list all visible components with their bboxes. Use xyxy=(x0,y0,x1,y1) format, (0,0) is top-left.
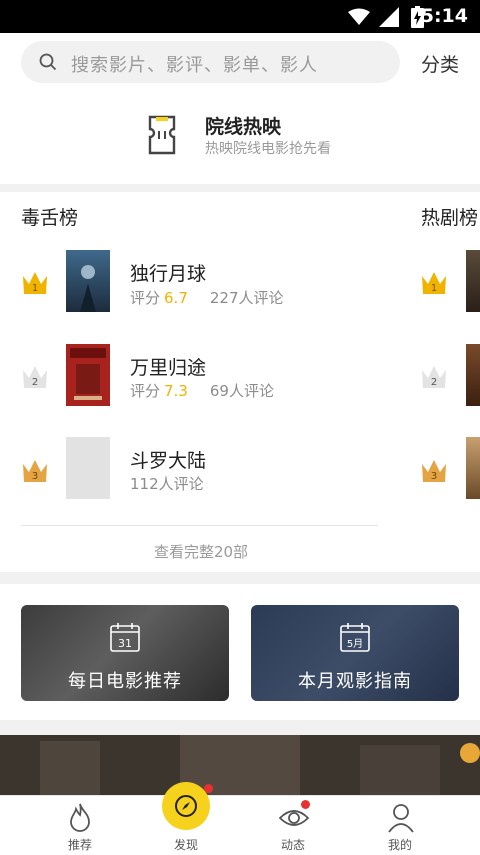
nav-label: 动态 xyxy=(280,838,305,852)
rank-number: 3 xyxy=(431,471,437,482)
movie-meta: 评分 6.7 227人评论 xyxy=(130,287,284,308)
cinema-now-playing[interactable]: 院线热映 热映院线电影抢先看 xyxy=(0,93,480,184)
gold-crown-icon: 1 xyxy=(23,272,47,294)
rank-number: 1 xyxy=(32,283,38,294)
rank-panel-drama[interactable]: 热剧榜 1 2 3 xyxy=(402,192,480,572)
score-value: 7.3 xyxy=(164,382,188,400)
rank-panel-toxic[interactable]: 毒舌榜 1 独行月球 评分 6.7 227人评论 2 万里归途 评分 7.3 69人评论… xyxy=(0,192,402,572)
silver-crown-icon: 2 xyxy=(23,366,47,388)
daily-recommend-card[interactable]: 31 每日电影推荐 xyxy=(21,605,229,701)
feature-cards: 31 每日电影推荐 5月 本月观影指南 xyxy=(0,584,480,720)
profile-icon xyxy=(388,804,414,833)
review-count: 69人评论 xyxy=(209,382,274,400)
drama-poster[interactable] xyxy=(466,250,480,312)
rank-number: 2 xyxy=(431,377,437,388)
rank-number: 2 xyxy=(32,377,38,388)
promo-banner[interactable] xyxy=(0,735,480,797)
flame-icon xyxy=(70,803,90,832)
movie-title[interactable]: 万里归途 xyxy=(130,353,206,380)
card-label: 本月观影指南 xyxy=(298,671,412,692)
movie-poster-placeholder[interactable] xyxy=(66,437,110,499)
movie-title[interactable]: 斗罗大陆 xyxy=(130,446,206,473)
search-row: 搜索影片、影评、影单、影人 分类 xyxy=(0,33,480,93)
calendar-icon: 5月 xyxy=(340,623,370,652)
search-icon xyxy=(39,53,57,71)
movie-poster[interactable] xyxy=(66,344,110,406)
divider xyxy=(21,525,378,526)
movie-meta: 评分 7.3 69人评论 xyxy=(130,380,274,401)
monthly-guide-card[interactable]: 5月 本月观影指南 xyxy=(251,605,459,701)
rank-panel-title: 热剧榜 xyxy=(421,207,479,229)
discover-button-bg xyxy=(162,782,210,830)
drama-poster[interactable] xyxy=(466,344,480,406)
status-time: 5:14 xyxy=(420,5,468,27)
cinema-title: 院线热映 xyxy=(205,116,282,138)
silver-crown-icon: 2 xyxy=(422,366,446,388)
notification-dot xyxy=(204,784,213,793)
calendar-day: 31 xyxy=(118,637,132,650)
bronze-crown-icon: 3 xyxy=(422,460,446,482)
nav-profile[interactable]: 我的 xyxy=(352,796,448,855)
calendar-day: 5月 xyxy=(347,638,363,650)
score-label: 评分 xyxy=(130,382,161,400)
rank-number: 3 xyxy=(32,471,38,482)
review-count: 227人评论 xyxy=(209,289,284,307)
calendar-icon: 31 xyxy=(110,623,140,652)
nav-label: 推荐 xyxy=(67,838,92,852)
nav-recommend[interactable]: 推荐 xyxy=(32,796,128,855)
nav-label: 我的 xyxy=(387,838,412,852)
score-label: 评分 xyxy=(130,289,161,307)
drama-poster[interactable] xyxy=(466,437,480,499)
bottom-nav: 推荐 发现 动态 我的 xyxy=(0,782,480,855)
signal-icon xyxy=(379,7,399,27)
compass-icon xyxy=(175,795,197,817)
gold-crown-icon: 1 xyxy=(422,272,446,294)
search-placeholder: 搜索影片、影评、影单、影人 xyxy=(71,55,318,76)
search-input[interactable]: 搜索影片、影评、影单、影人 xyxy=(21,41,400,83)
ticket-icon xyxy=(148,115,176,155)
movie-title[interactable]: 独行月球 xyxy=(130,259,206,286)
nav-label: 发现 xyxy=(173,838,198,852)
movie-poster[interactable] xyxy=(66,250,110,312)
rank-panel-title: 毒舌榜 xyxy=(21,207,79,229)
wifi-icon xyxy=(348,8,370,25)
nav-feed[interactable]: 动态 xyxy=(245,796,341,855)
category-button[interactable]: 分类 xyxy=(421,50,459,77)
review-count: 112人评论 xyxy=(130,475,204,493)
bronze-crown-icon: 3 xyxy=(23,460,47,482)
score-value: 6.7 xyxy=(164,289,188,307)
nav-discover[interactable]: 发现 xyxy=(138,782,234,855)
view-all-link[interactable]: 查看完整20部 xyxy=(0,541,402,562)
status-bar: 5:14 xyxy=(0,0,480,33)
banner-image xyxy=(0,735,480,797)
card-label: 每日电影推荐 xyxy=(68,671,182,692)
cinema-subtitle: 热映院线电影抢先看 xyxy=(205,141,331,157)
movie-meta: 112人评论 xyxy=(130,473,204,494)
rank-number: 1 xyxy=(431,283,437,294)
notification-dot xyxy=(301,800,310,809)
